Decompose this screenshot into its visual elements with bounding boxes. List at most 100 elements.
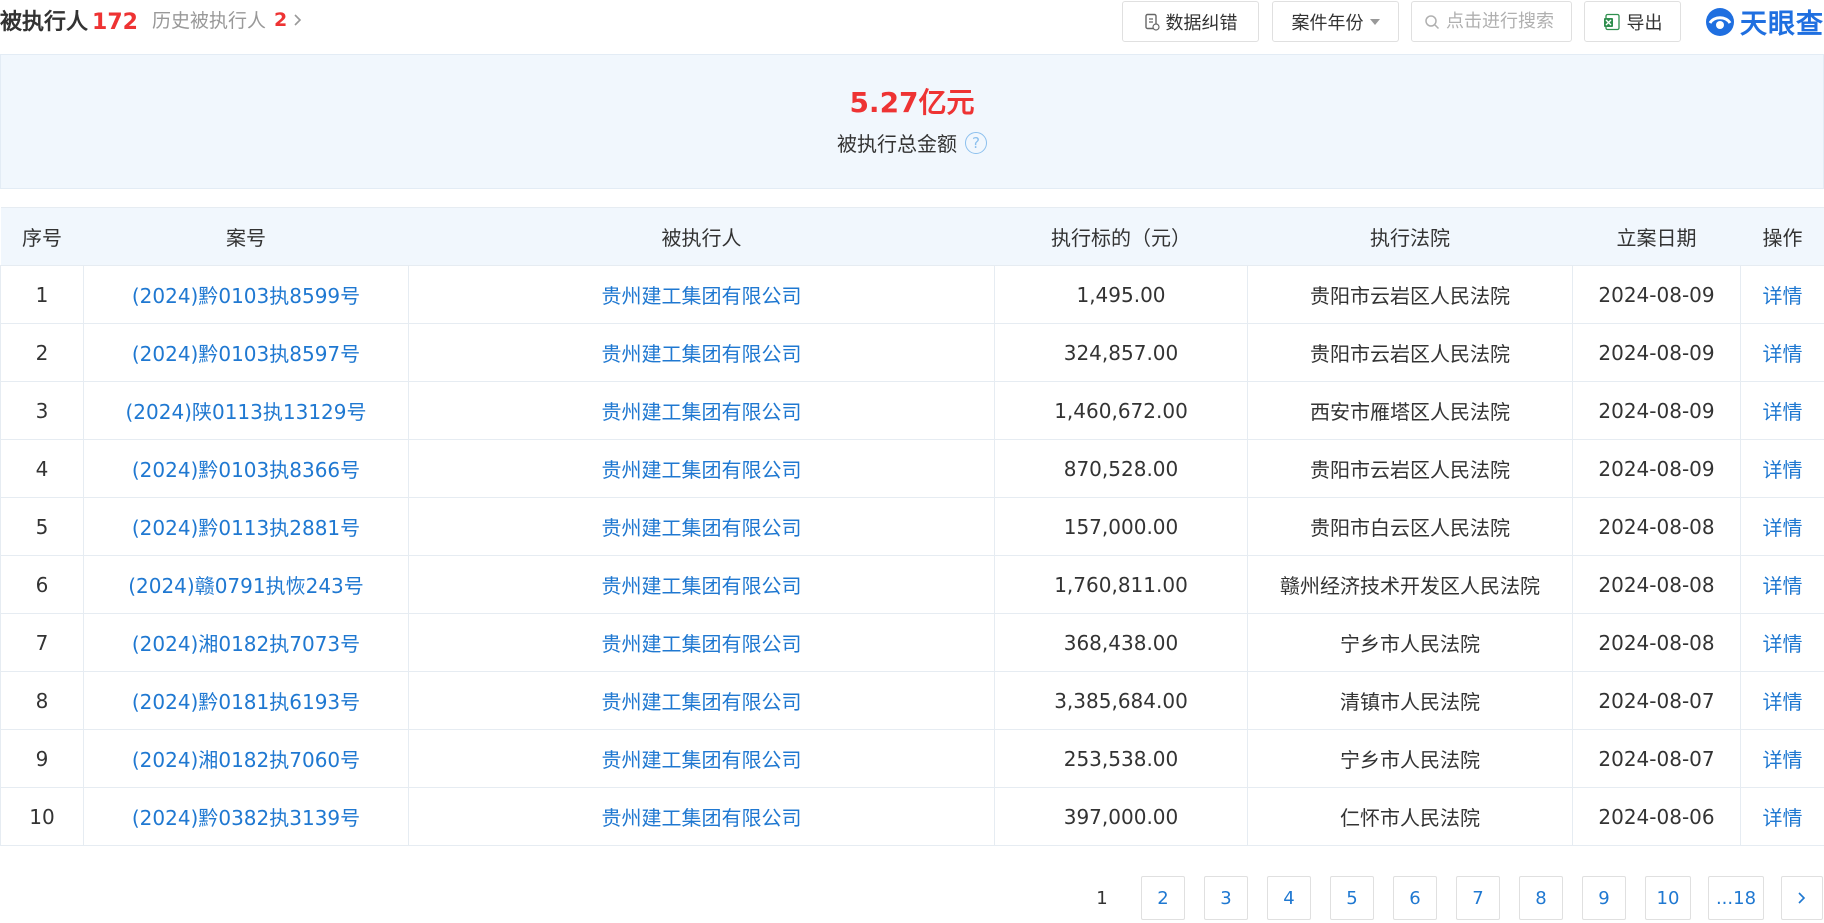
- table-header-row: 序号 案号 被执行人 执行标的（元） 执行法院 立案日期 操作: [0, 207, 1824, 266]
- caret-down-icon: [1369, 18, 1380, 25]
- filing-date: 2024-08-09: [1572, 265, 1741, 324]
- pagination-page-last[interactable]: ...18: [1708, 876, 1764, 920]
- details-link[interactable]: 详情: [1740, 323, 1824, 382]
- details-link[interactable]: 详情: [1740, 671, 1824, 730]
- party-link[interactable]: 贵州建工集团有限公司: [408, 787, 995, 846]
- chevron-right-icon: [1798, 892, 1806, 904]
- table-row: 5 (2024)黔0113执2881号 贵州建工集团有限公司 157,000.0…: [0, 497, 1824, 556]
- pagination-next-button[interactable]: [1781, 876, 1823, 920]
- logo-text: 天眼查: [1740, 9, 1824, 40]
- execution-amount: 1,760,811.00: [994, 555, 1248, 614]
- pagination-current-page: 1: [1080, 876, 1124, 920]
- executed-table: 序号 案号 被执行人 执行标的（元） 执行法院 立案日期 操作 1 (2024)…: [0, 207, 1824, 846]
- execution-amount: 397,000.00: [994, 787, 1248, 846]
- case-number-link[interactable]: (2024)湘0182执7073号: [83, 613, 409, 672]
- filing-date: 2024-08-08: [1572, 555, 1741, 614]
- court-name: 清镇市人民法院: [1247, 671, 1573, 730]
- court-name: 赣州经济技术开发区人民法院: [1247, 555, 1573, 614]
- logo-eye-icon: [1706, 7, 1734, 36]
- party-link[interactable]: 贵州建工集团有限公司: [408, 323, 995, 382]
- executed-count: 172: [92, 10, 138, 35]
- data-correction-label: 数据纠错: [1165, 12, 1238, 34]
- case-number-link[interactable]: (2024)赣0791执恢243号: [83, 555, 409, 614]
- pagination-page-10[interactable]: 10: [1645, 876, 1691, 920]
- filing-date: 2024-08-09: [1572, 439, 1741, 498]
- total-amount-label: 被执行总金额 ?: [1, 128, 1823, 157]
- filing-date: 2024-08-08: [1572, 497, 1741, 556]
- filing-date: 2024-08-09: [1572, 323, 1741, 382]
- column-header-date: 立案日期: [1572, 207, 1741, 266]
- pagination-page-9[interactable]: 9: [1582, 876, 1626, 920]
- details-link[interactable]: 详情: [1740, 265, 1824, 324]
- history-executed-link[interactable]: 历史被执行人 2: [152, 6, 305, 33]
- party-link[interactable]: 贵州建工集团有限公司: [408, 497, 995, 556]
- pagination-page-5[interactable]: 5: [1330, 876, 1374, 920]
- party-link[interactable]: 贵州建工集团有限公司: [408, 439, 995, 498]
- search-box[interactable]: [1411, 1, 1572, 42]
- row-no: 8: [0, 671, 84, 730]
- case-number-link[interactable]: (2024)黔0181执6193号: [83, 671, 409, 730]
- details-link[interactable]: 详情: [1740, 555, 1824, 614]
- party-link[interactable]: 贵州建工集团有限公司: [408, 555, 995, 614]
- total-amount: 5.27亿元: [849, 86, 975, 119]
- execution-amount: 368,438.00: [994, 613, 1248, 672]
- case-number-link[interactable]: (2024)湘0182执7060号: [83, 729, 409, 788]
- party-link[interactable]: 贵州建工集团有限公司: [408, 265, 995, 324]
- table-row: 8 (2024)黔0181执6193号 贵州建工集团有限公司 3,385,684…: [0, 671, 1824, 730]
- case-number-link[interactable]: (2024)黔0103执8366号: [83, 439, 409, 498]
- row-no: 6: [0, 555, 84, 614]
- row-no: 3: [0, 381, 84, 440]
- court-name: 宁乡市人民法院: [1247, 729, 1573, 788]
- column-header-action: 操作: [1740, 207, 1824, 266]
- export-label: 导出: [1626, 12, 1663, 34]
- details-link[interactable]: 详情: [1740, 381, 1824, 440]
- table-row: 6 (2024)赣0791执恢243号 贵州建工集团有限公司 1,760,811…: [0, 555, 1824, 614]
- party-link[interactable]: 贵州建工集团有限公司: [408, 613, 995, 672]
- party-link[interactable]: 贵州建工集团有限公司: [408, 729, 995, 788]
- party-link[interactable]: 贵州建工集团有限公司: [408, 381, 995, 440]
- table-row: 4 (2024)黔0103执8366号 贵州建工集团有限公司 870,528.0…: [0, 439, 1824, 498]
- court-name: 宁乡市人民法院: [1247, 613, 1573, 672]
- court-name: 仁怀市人民法院: [1247, 787, 1573, 846]
- export-button[interactable]: 导出: [1584, 1, 1681, 42]
- chevron-right-icon: [291, 13, 305, 27]
- row-no: 10: [0, 787, 84, 846]
- row-no: 4: [0, 439, 84, 498]
- search-input[interactable]: [1446, 11, 1566, 32]
- case-number-link[interactable]: (2024)黔0103执8599号: [83, 265, 409, 324]
- details-link[interactable]: 详情: [1740, 729, 1824, 788]
- details-link[interactable]: 详情: [1740, 613, 1824, 672]
- search-icon: [1425, 14, 1440, 29]
- tianyancha-logo: 天眼查: [1704, 2, 1824, 41]
- case-number-link[interactable]: (2024)陕0113执13129号: [83, 381, 409, 440]
- case-number-link[interactable]: (2024)黔0382执3139号: [83, 787, 409, 846]
- party-link[interactable]: 贵州建工集团有限公司: [408, 671, 995, 730]
- pagination-page-6[interactable]: 6: [1393, 876, 1437, 920]
- details-link[interactable]: 详情: [1740, 497, 1824, 556]
- pagination-page-2[interactable]: 2: [1141, 876, 1185, 920]
- column-header-court: 执行法院: [1247, 207, 1573, 266]
- court-name: 贵阳市云岩区人民法院: [1247, 439, 1573, 498]
- pagination-page-4[interactable]: 4: [1267, 876, 1311, 920]
- case-number-link[interactable]: (2024)黔0103执8597号: [83, 323, 409, 382]
- row-no: 2: [0, 323, 84, 382]
- details-link[interactable]: 详情: [1740, 439, 1824, 498]
- details-link[interactable]: 详情: [1740, 787, 1824, 846]
- case-number-link[interactable]: (2024)黔0113执2881号: [83, 497, 409, 556]
- column-header-case: 案号: [83, 207, 409, 266]
- execution-amount: 157,000.00: [994, 497, 1248, 556]
- row-no: 1: [0, 265, 84, 324]
- data-correction-button[interactable]: 数据纠错: [1122, 1, 1259, 42]
- pagination-page-7[interactable]: 7: [1456, 876, 1500, 920]
- page-title-text: 被执行人: [0, 10, 89, 35]
- filing-date: 2024-08-07: [1572, 729, 1741, 788]
- pagination-page-8[interactable]: 8: [1519, 876, 1563, 920]
- pagination-page-3[interactable]: 3: [1204, 876, 1248, 920]
- execution-amount: 870,528.00: [994, 439, 1248, 498]
- help-icon[interactable]: ?: [965, 131, 987, 154]
- table-row: 3 (2024)陕0113执13129号 贵州建工集团有限公司 1,460,67…: [0, 381, 1824, 440]
- case-year-dropdown[interactable]: 案件年份: [1272, 1, 1399, 42]
- row-no: 5: [0, 497, 84, 556]
- table-row: 2 (2024)黔0103执8597号 贵州建工集团有限公司 324,857.0…: [0, 323, 1824, 382]
- history-count: 2: [274, 8, 288, 31]
